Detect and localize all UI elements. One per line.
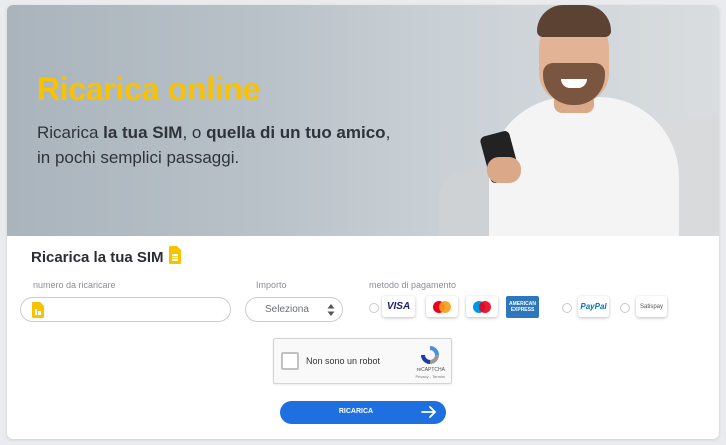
hero-photo	[389, 5, 719, 236]
person-hand	[487, 157, 521, 183]
number-label: numero da ricaricare	[33, 280, 116, 290]
section-title: Ricarica la tua SIM	[31, 249, 164, 266]
payment-radio-cards[interactable]	[369, 303, 379, 313]
recharge-submit-button[interactable]: RICARICA	[280, 401, 446, 424]
visa-logo[interactable]: VISA	[382, 296, 415, 317]
recaptcha-brand: reCAPTCHA	[416, 367, 445, 373]
recaptcha-icon	[421, 346, 439, 364]
select-arrows-icon	[327, 304, 335, 316]
phone-number-field[interactable]	[20, 297, 231, 322]
recharge-button-label: RICARICA	[338, 408, 374, 415]
mastercard-icon	[433, 300, 451, 313]
recaptcha-label: Non sono un robot	[306, 356, 381, 366]
hero-banner: Ricarica online Ricarica la tua SIM, o q…	[7, 5, 719, 236]
maestro-logo[interactable]	[466, 296, 498, 317]
amount-select-value: Seleziona	[265, 304, 309, 315]
maestro-icon	[473, 300, 491, 313]
amount-select[interactable]: Seleziona	[245, 297, 343, 322]
payment-radio-satispay[interactable]	[620, 303, 630, 313]
arrow-right-icon	[421, 406, 436, 418]
hero-subtitle: Ricarica la tua SIM, o quella di un tuo …	[37, 123, 391, 167]
recaptcha-terms[interactable]: Privacy - Termini	[416, 374, 446, 379]
amount-label: Importo	[256, 280, 287, 290]
sim-card-icon	[169, 246, 181, 264]
paypal-logo[interactable]: PayPal	[578, 296, 609, 317]
person-hair	[537, 5, 611, 37]
payment-radio-paypal[interactable]	[562, 303, 572, 313]
phone-number-input[interactable]	[51, 301, 221, 319]
recaptcha-checkbox[interactable]	[281, 352, 299, 370]
payment-label: metodo di pagamento	[369, 280, 457, 290]
recaptcha-widget: Non sono un robot reCAPTCHA Privacy - Te…	[273, 338, 452, 384]
recharge-card: Ricarica online Ricarica la tua SIM, o q…	[7, 5, 719, 439]
amex-logo[interactable]: AMERICAN EXPRESS	[506, 296, 539, 318]
sim-card-icon	[32, 302, 44, 318]
satispay-logo[interactable]: Satispay	[636, 296, 667, 317]
mastercard-logo[interactable]	[426, 296, 458, 317]
hero-title: Ricarica online	[37, 71, 261, 107]
